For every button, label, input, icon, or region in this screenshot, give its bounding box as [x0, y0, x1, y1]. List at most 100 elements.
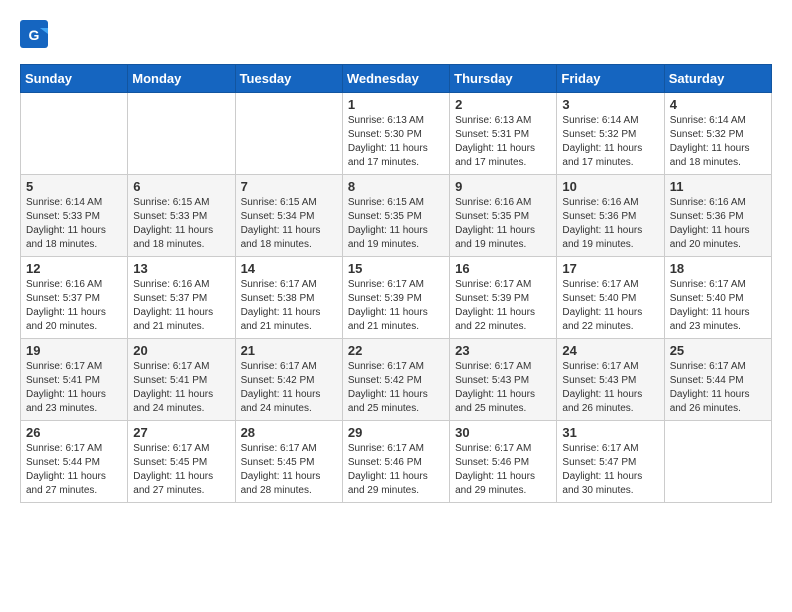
day-number: 20: [133, 343, 229, 358]
day-number: 10: [562, 179, 658, 194]
calendar-week-row: 19Sunrise: 6:17 AMSunset: 5:41 PMDayligh…: [21, 339, 772, 421]
calendar-cell: 2 Sunrise: 6:13 AMSunset: 5:31 PMDaylight…: [450, 93, 557, 175]
day-number: 16: [455, 261, 551, 276]
day-number: 26: [26, 425, 122, 440]
calendar-cell: 1 Sunrise: 6:13 AMSunset: 5:30 PMDaylight…: [342, 93, 449, 175]
calendar-cell: 5 Sunrise: 6:14 AMSunset: 5:33 PMDaylight…: [21, 175, 128, 257]
calendar-cell: 25 Sunrise: 6:17 AMSunset: 5:44 PMDayligh…: [664, 339, 771, 421]
day-info: Sunrise: 6:17 AMSunset: 5:40 PMDaylight:…: [562, 278, 658, 334]
logo-icon: G: [20, 20, 48, 48]
page-header: G: [20, 20, 772, 48]
day-info: Sunrise: 6:17 AMSunset: 5:47 PMDaylight:…: [562, 442, 658, 498]
calendar-header-row: SundayMondayTuesdayWednesdayThursdayFrid…: [21, 65, 772, 93]
day-info: Sunrise: 6:14 AMSunset: 5:32 PMDaylight:…: [562, 114, 658, 170]
day-info: Sunrise: 6:16 AMSunset: 5:37 PMDaylight:…: [26, 278, 122, 334]
calendar-cell: 15Sunrise: 6:17 AMSunset: 5:39 PMDayligh…: [342, 257, 449, 339]
calendar-cell: [128, 93, 235, 175]
day-number: 5: [26, 179, 122, 194]
day-number: 27: [133, 425, 229, 440]
column-header-thursday: Thursday: [450, 65, 557, 93]
day-number: 19: [26, 343, 122, 358]
calendar-cell: 9Sunrise: 6:16 AMSunset: 5:35 PMDaylight…: [450, 175, 557, 257]
day-info: Sunrise: 6:17 AMSunset: 5:44 PMDaylight:…: [26, 442, 122, 498]
day-info: Sunrise: 6:13 AMSunset: 5:31 PMDaylight:…: [455, 114, 551, 170]
day-info: Sunrise: 6:16 AMSunset: 5:36 PMDaylight:…: [562, 196, 658, 252]
day-info: Sunrise: 6:16 AMSunset: 5:36 PMDaylight:…: [670, 196, 766, 252]
calendar-week-row: 1 Sunrise: 6:13 AMSunset: 5:30 PMDaylight…: [21, 93, 772, 175]
day-info: Sunrise: 6:17 AMSunset: 5:42 PMDaylight:…: [348, 360, 444, 416]
calendar-cell: 13 Sunrise: 6:16 AMSunset: 5:37 PMDayligh…: [128, 257, 235, 339]
calendar-cell: [664, 421, 771, 503]
day-number: 6: [133, 179, 229, 194]
calendar-cell: 12 Sunrise: 6:16 AMSunset: 5:37 PMDayligh…: [21, 257, 128, 339]
calendar-cell: 24 Sunrise: 6:17 AMSunset: 5:43 PMDayligh…: [557, 339, 664, 421]
calendar-cell: 20Sunrise: 6:17 AMSunset: 5:41 PMDayligh…: [128, 339, 235, 421]
day-info: Sunrise: 6:14 AMSunset: 5:32 PMDaylight:…: [670, 114, 766, 170]
calendar-cell: 29 Sunrise: 6:17 AMSunset: 5:46 PMDayligh…: [342, 421, 449, 503]
column-header-wednesday: Wednesday: [342, 65, 449, 93]
day-number: 25: [670, 343, 766, 358]
day-number: 29: [348, 425, 444, 440]
column-header-friday: Friday: [557, 65, 664, 93]
day-number: 13: [133, 261, 229, 276]
column-header-monday: Monday: [128, 65, 235, 93]
day-number: 12: [26, 261, 122, 276]
column-header-tuesday: Tuesday: [235, 65, 342, 93]
calendar-cell: 11Sunrise: 6:16 AMSunset: 5:36 PMDayligh…: [664, 175, 771, 257]
day-info: Sunrise: 6:17 AMSunset: 5:38 PMDaylight:…: [241, 278, 337, 334]
day-number: 30: [455, 425, 551, 440]
calendar-cell: 30 Sunrise: 6:17 AMSunset: 5:46 PMDayligh…: [450, 421, 557, 503]
day-number: 31: [562, 425, 658, 440]
day-number: 1: [348, 97, 444, 112]
logo: G: [20, 20, 52, 48]
calendar-cell: 27 Sunrise: 6:17 AMSunset: 5:45 PMDayligh…: [128, 421, 235, 503]
day-info: Sunrise: 6:17 AMSunset: 5:39 PMDaylight:…: [455, 278, 551, 334]
calendar-cell: 17 Sunrise: 6:17 AMSunset: 5:40 PMDayligh…: [557, 257, 664, 339]
day-number: 14: [241, 261, 337, 276]
calendar-cell: 31 Sunrise: 6:17 AMSunset: 5:47 PMDayligh…: [557, 421, 664, 503]
day-info: Sunrise: 6:15 AMSunset: 5:35 PMDaylight:…: [348, 196, 444, 252]
day-info: Sunrise: 6:17 AMSunset: 5:44 PMDaylight:…: [670, 360, 766, 416]
day-number: 18: [670, 261, 766, 276]
calendar-cell: 18 Sunrise: 6:17 AMSunset: 5:40 PMDayligh…: [664, 257, 771, 339]
day-number: 22: [348, 343, 444, 358]
calendar-cell: 21 Sunrise: 6:17 AMSunset: 5:42 PMDayligh…: [235, 339, 342, 421]
day-number: 23: [455, 343, 551, 358]
day-info: Sunrise: 6:17 AMSunset: 5:42 PMDaylight:…: [241, 360, 337, 416]
day-info: Sunrise: 6:17 AMSunset: 5:45 PMDaylight:…: [133, 442, 229, 498]
day-number: 2: [455, 97, 551, 112]
calendar-week-row: 26 Sunrise: 6:17 AMSunset: 5:44 PMDayligh…: [21, 421, 772, 503]
calendar-cell: 26 Sunrise: 6:17 AMSunset: 5:44 PMDayligh…: [21, 421, 128, 503]
day-info: Sunrise: 6:14 AMSunset: 5:33 PMDaylight:…: [26, 196, 122, 252]
calendar-week-row: 12 Sunrise: 6:16 AMSunset: 5:37 PMDayligh…: [21, 257, 772, 339]
calendar-table: SundayMondayTuesdayWednesdayThursdayFrid…: [20, 64, 772, 503]
calendar-cell: 19Sunrise: 6:17 AMSunset: 5:41 PMDayligh…: [21, 339, 128, 421]
calendar-cell: [235, 93, 342, 175]
day-number: 9: [455, 179, 551, 194]
calendar-cell: [21, 93, 128, 175]
day-info: Sunrise: 6:17 AMSunset: 5:43 PMDaylight:…: [562, 360, 658, 416]
day-info: Sunrise: 6:17 AMSunset: 5:40 PMDaylight:…: [670, 278, 766, 334]
day-info: Sunrise: 6:17 AMSunset: 5:46 PMDaylight:…: [455, 442, 551, 498]
day-number: 21: [241, 343, 337, 358]
day-number: 17: [562, 261, 658, 276]
calendar-cell: 3 Sunrise: 6:14 AMSunset: 5:32 PMDaylight…: [557, 93, 664, 175]
calendar-cell: 16 Sunrise: 6:17 AMSunset: 5:39 PMDayligh…: [450, 257, 557, 339]
calendar-cell: 4 Sunrise: 6:14 AMSunset: 5:32 PMDaylight…: [664, 93, 771, 175]
column-header-saturday: Saturday: [664, 65, 771, 93]
calendar-cell: 14 Sunrise: 6:17 AMSunset: 5:38 PMDayligh…: [235, 257, 342, 339]
calendar-cell: 23 Sunrise: 6:17 AMSunset: 5:43 PMDayligh…: [450, 339, 557, 421]
calendar-cell: 6Sunrise: 6:15 AMSunset: 5:33 PMDaylight…: [128, 175, 235, 257]
day-number: 4: [670, 97, 766, 112]
day-info: Sunrise: 6:17 AMSunset: 5:43 PMDaylight:…: [455, 360, 551, 416]
day-info: Sunrise: 6:17 AMSunset: 5:39 PMDaylight:…: [348, 278, 444, 334]
column-header-sunday: Sunday: [21, 65, 128, 93]
day-number: 7: [241, 179, 337, 194]
day-info: Sunrise: 6:15 AMSunset: 5:34 PMDaylight:…: [241, 196, 337, 252]
day-info: Sunrise: 6:16 AMSunset: 5:37 PMDaylight:…: [133, 278, 229, 334]
calendar-cell: 8Sunrise: 6:15 AMSunset: 5:35 PMDaylight…: [342, 175, 449, 257]
day-info: Sunrise: 6:17 AMSunset: 5:46 PMDaylight:…: [348, 442, 444, 498]
day-info: Sunrise: 6:13 AMSunset: 5:30 PMDaylight:…: [348, 114, 444, 170]
day-number: 24: [562, 343, 658, 358]
day-number: 3: [562, 97, 658, 112]
